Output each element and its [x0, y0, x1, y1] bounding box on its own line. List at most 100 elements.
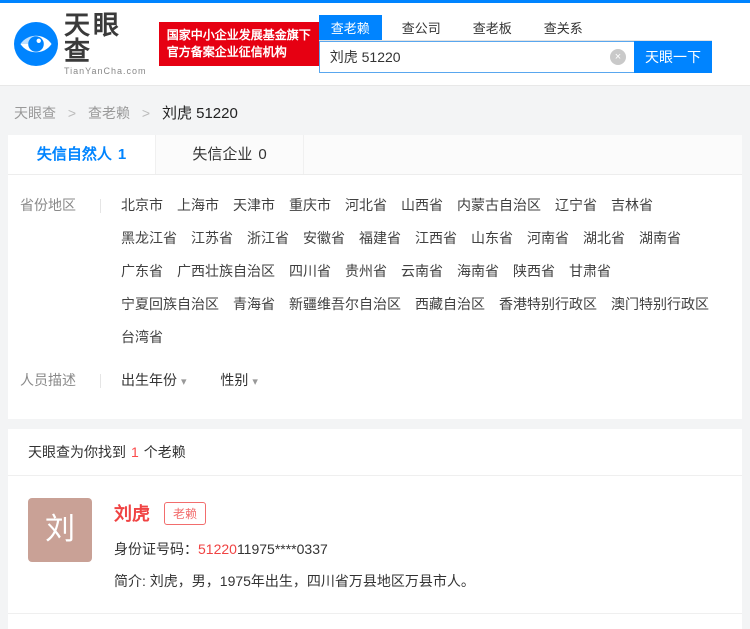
province-option[interactable]: 北京市: [121, 189, 163, 222]
province-option[interactable]: 云南省: [401, 255, 443, 288]
province-option[interactable]: 上海市: [177, 189, 219, 222]
brand-name: 天眼查: [64, 12, 149, 64]
results-card: 天眼查为你找到 1 个老赖 刘 刘虎 老赖 身份证号码：5122011975****…: [8, 429, 742, 629]
search-area: 查老赖查公司查老板查关系 × 天眼一下: [319, 15, 712, 73]
province-option[interactable]: 河南省: [527, 222, 569, 255]
dishonest-records: 共1条失信记录 2020-04-16 (2019)京0102执407号 全部未履…: [8, 614, 742, 629]
filter-divider: [100, 199, 101, 213]
breadcrumb-separator: >: [68, 105, 76, 121]
person-info: 刘虎 老赖 身份证号码：5122011975****0337 简介: 刘虎，男，…: [114, 498, 475, 591]
tianyancha-eye-icon: [14, 22, 58, 66]
person-name-row: 刘虎 老赖: [114, 500, 475, 526]
search-category-tabs: 查老赖查公司查老板查关系: [319, 15, 712, 41]
person-filter-row: 人员描述 出生年份 ▾ 性别 ▾: [20, 364, 734, 399]
province-option[interactable]: 宁夏回族自治区: [121, 288, 219, 321]
birth-year-label: 出生年份: [121, 372, 177, 388]
birth-year-dropdown[interactable]: 出生年份 ▾: [121, 372, 187, 388]
breadcrumb-home[interactable]: 天眼查: [14, 105, 56, 121]
province-filter-label: 省份地区: [20, 189, 82, 222]
laolai-badge: 老赖: [164, 502, 206, 525]
id-rest: 11975****0337: [237, 541, 328, 557]
province-option[interactable]: 广东省: [121, 255, 163, 288]
person-result-item: 刘 刘虎 老赖 身份证号码：5122011975****0337 简介: 刘虎，…: [8, 476, 742, 611]
province-option[interactable]: 贵州省: [345, 255, 387, 288]
site-header: 天眼查 TianYanCha.com 国家中小企业发展基金旗下 官方备案企业征信…: [0, 3, 750, 86]
filters: 省份地区 北京市上海市天津市重庆市河北省山西省内蒙古自治区辽宁省吉林省黑龙江省江…: [8, 175, 742, 419]
search-button[interactable]: 天眼一下: [634, 41, 712, 73]
breadcrumb-current: 刘虎 51220: [162, 105, 238, 122]
id-highlight: 51220: [198, 541, 237, 557]
province-option[interactable]: 四川省: [289, 255, 331, 288]
filter-divider: [100, 374, 101, 388]
tab-dishonest-company[interactable]: 失信企业 0: [156, 135, 304, 174]
province-option[interactable]: 山西省: [401, 189, 443, 222]
province-list: 北京市上海市天津市重庆市河北省山西省内蒙古自治区辽宁省吉林省黑龙江省江苏省浙江省…: [121, 189, 734, 354]
province-option[interactable]: 江苏省: [191, 222, 233, 255]
search-category-tab[interactable]: 查公司: [390, 15, 453, 40]
search-category-tab[interactable]: 查关系: [532, 15, 595, 40]
search-category-tab[interactable]: 查老赖: [319, 15, 382, 40]
result-type-tabbar: 失信自然人1 失信企业 0: [8, 135, 742, 175]
province-option[interactable]: 重庆市: [289, 189, 331, 222]
person-id-row: 身份证号码：5122011975****0337: [114, 539, 475, 559]
summary-suffix: 个老赖: [144, 444, 186, 460]
breadcrumb: 天眼查 > 查老赖 > 刘虎 51220: [0, 86, 750, 135]
province-option[interactable]: 新疆维吾尔自治区: [289, 288, 401, 321]
province-option[interactable]: 辽宁省: [555, 189, 597, 222]
province-option[interactable]: 台湾省: [121, 321, 163, 354]
search-input[interactable]: [319, 41, 634, 73]
clear-search-icon[interactable]: ×: [610, 49, 626, 65]
province-option[interactable]: 河北省: [345, 189, 387, 222]
search-row: × 天眼一下: [319, 41, 712, 73]
intro-label: 简介:: [114, 573, 146, 589]
tab-dishonest-person[interactable]: 失信自然人1: [8, 135, 156, 174]
id-label: 身份证号码：: [114, 541, 198, 557]
breadcrumb-separator: >: [142, 105, 150, 121]
province-option[interactable]: 安徽省: [303, 222, 345, 255]
province-option[interactable]: 天津市: [233, 189, 275, 222]
gender-label: 性别: [220, 372, 248, 388]
tab-count: 0: [258, 146, 266, 163]
province-option[interactable]: 陕西省: [513, 255, 555, 288]
chevron-down-icon: ▾: [181, 376, 187, 388]
results-summary: 天眼查为你找到 1 个老赖: [8, 429, 742, 476]
province-option[interactable]: 湖北省: [583, 222, 625, 255]
province-option[interactable]: 江西省: [415, 222, 457, 255]
site-logo[interactable]: 天眼查 TianYanCha.com: [14, 12, 149, 76]
summary-prefix: 天眼查为你找到: [28, 444, 126, 460]
tab-label: 失信自然人: [37, 146, 112, 163]
avatar[interactable]: 刘: [28, 498, 92, 562]
province-option[interactable]: 甘肃省: [569, 255, 611, 288]
province-option[interactable]: 吉林省: [611, 189, 653, 222]
brand-domain: TianYanCha.com: [64, 66, 149, 76]
search-input-wrap: ×: [319, 41, 634, 73]
gov-certification-badge: 国家中小企业发展基金旗下 官方备案企业征信机构: [159, 22, 319, 66]
province-option[interactable]: 福建省: [359, 222, 401, 255]
person-filter-dropdowns: 出生年份 ▾ 性别 ▾: [121, 364, 734, 399]
province-option[interactable]: 浙江省: [247, 222, 289, 255]
person-intro-row: 简介: 刘虎，男，1975年出生，四川省万县地区万县市人。: [114, 571, 475, 591]
province-option[interactable]: 海南省: [457, 255, 499, 288]
summary-count: 1: [131, 444, 139, 460]
person-name-link[interactable]: 刘虎: [114, 500, 150, 526]
gov-badge-line1: 国家中小企业发展基金旗下: [167, 27, 311, 44]
person-filter-label: 人员描述: [20, 364, 82, 397]
province-option[interactable]: 香港特别行政区: [499, 288, 597, 321]
province-filter-row: 省份地区 北京市上海市天津市重庆市河北省山西省内蒙古自治区辽宁省吉林省黑龙江省江…: [20, 189, 734, 354]
province-option[interactable]: 内蒙古自治区: [457, 189, 541, 222]
breadcrumb-section[interactable]: 查老赖: [88, 105, 130, 121]
province-option[interactable]: 山东省: [471, 222, 513, 255]
gov-badge-line2: 官方备案企业征信机构: [167, 44, 311, 61]
intro-text: 刘虎，男，1975年出生，四川省万县地区万县市人。: [150, 573, 475, 589]
search-category-tab[interactable]: 查老板: [461, 15, 524, 40]
province-option[interactable]: 广西壮族自治区: [177, 255, 275, 288]
gender-dropdown[interactable]: 性别 ▾: [220, 372, 258, 388]
province-option[interactable]: 澳门特别行政区: [611, 288, 709, 321]
filter-card: 失信自然人1 失信企业 0 省份地区 北京市上海市天津市重庆市河北省山西省内蒙古自…: [8, 135, 742, 419]
province-option[interactable]: 青海省: [233, 288, 275, 321]
tab-label: 失信企业: [192, 146, 252, 163]
province-option[interactable]: 黑龙江省: [121, 222, 177, 255]
province-option[interactable]: 西藏自治区: [415, 288, 485, 321]
province-option[interactable]: 湖南省: [639, 222, 681, 255]
chevron-down-icon: ▾: [252, 376, 258, 388]
